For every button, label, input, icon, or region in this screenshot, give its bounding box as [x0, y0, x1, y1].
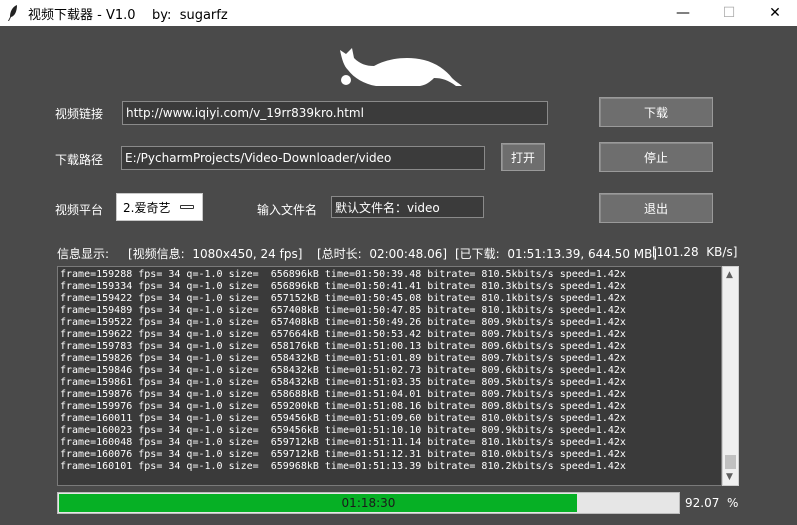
log-scrollbar[interactable]: ▲ ▼ [722, 266, 739, 486]
log-output[interactable]: frame=159288 fps= 34 q=-1.0 size= 656896… [57, 266, 722, 486]
close-button[interactable]: ✕ [752, 0, 797, 26]
speed-text: [101.28 KB/s] [652, 245, 738, 259]
open-folder-button-label: 打开 [510, 150, 535, 165]
log-line: frame=159976 fps= 34 q=-1.0 size= 659200… [60, 401, 626, 412]
log-line: frame=160048 fps= 34 q=-1.0 size= 659712… [60, 437, 626, 448]
log-line: frame=159522 fps= 34 q=-1.0 size= 657408… [60, 317, 626, 328]
stop-button-label: 停止 [643, 150, 668, 165]
log-line: frame=159334 fps= 34 q=-1.0 size= 656896… [60, 281, 626, 292]
feather-icon [8, 5, 17, 21]
log-line: frame=159876 fps= 34 q=-1.0 size= 658688… [60, 389, 626, 400]
exit-button[interactable]: 退出 [599, 193, 713, 223]
path-label: 下载路径 [55, 153, 104, 167]
path-value: E:/PycharmProjects/Video-Downloader/vide… [125, 151, 392, 165]
url-label: 视频链接 [55, 107, 104, 121]
log-line: frame=159288 fps= 34 q=-1.0 size= 656896… [60, 269, 626, 280]
scrollbar-thumb[interactable] [725, 455, 736, 469]
duration-text: [总时长: 02:00:48.06] [317, 247, 448, 261]
platform-selected-value: 2.爱奇艺 [123, 200, 171, 215]
exit-button-label: 退出 [643, 201, 668, 216]
log-line: frame=159489 fps= 34 q=-1.0 size= 657408… [60, 305, 626, 316]
log-line: frame=159783 fps= 34 q=-1.0 size= 658176… [60, 341, 626, 352]
log-line: frame=159846 fps= 34 q=-1.0 size= 658432… [60, 365, 626, 376]
filename-value: 默认文件名：video [335, 200, 440, 215]
video-info-text: [视频信息: 1080x450, 24 fps] [128, 247, 303, 261]
window-title: 视频下载器 - V1.0 by: sugarfz [28, 8, 228, 23]
maximize-button[interactable]: ☐ [706, 0, 752, 26]
progress-percent-text: 92.07 % [685, 496, 739, 510]
minimize-button[interactable]: — [660, 0, 706, 26]
downloaded-text: [已下载: 01:51:13.39, 644.50 MB] [455, 247, 658, 261]
open-folder-button[interactable]: 打开 [501, 143, 545, 171]
log-line: frame=160101 fps= 34 q=-1.0 size= 659968… [60, 461, 626, 472]
filename-input[interactable]: 默认文件名：video [331, 196, 484, 218]
download-button[interactable]: 下载 [599, 97, 713, 127]
log-line: frame=160011 fps= 34 q=-1.0 size= 659456… [60, 413, 626, 424]
log-line: frame=160076 fps= 34 q=-1.0 size= 659712… [60, 449, 626, 460]
title-bar: 视频下载器 - V1.0 by: sugarfz — ☐ ✕ [0, 0, 797, 26]
url-input[interactable]: http://www.iqiyi.com/v_19rr839kro.html [122, 101, 548, 125]
download-progress-bar: 01:18:30 [57, 492, 680, 514]
close-icon: ✕ [769, 5, 781, 21]
cat-icon [340, 48, 462, 86]
scroll-down-arrow-icon[interactable]: ▼ [726, 472, 733, 482]
minimize-icon: — [676, 5, 690, 21]
download-button-label: 下载 [643, 105, 668, 120]
maximize-icon: ☐ [722, 5, 736, 21]
filename-label: 输入文件名 [257, 203, 318, 217]
log-line: frame=159826 fps= 34 q=-1.0 size= 658432… [60, 353, 626, 364]
log-line: frame=159422 fps= 34 q=-1.0 size= 657152… [60, 293, 626, 304]
log-line: frame=159861 fps= 34 q=-1.0 size= 658432… [60, 377, 626, 388]
info-label: 信息显示: [57, 247, 110, 261]
path-input[interactable]: E:/PycharmProjects/Video-Downloader/vide… [121, 146, 485, 170]
url-value: http://www.iqiyi.com/v_19rr839kro.html [126, 106, 364, 120]
scroll-up-arrow-icon[interactable]: ▲ [726, 270, 733, 280]
option-menu-indicator-icon [180, 205, 194, 209]
platform-select[interactable]: 2.爱奇艺 [116, 193, 203, 221]
log-line: frame=160023 fps= 34 q=-1.0 size= 659456… [60, 425, 626, 436]
platform-label: 视频平台 [55, 203, 104, 217]
log-line: frame=159622 fps= 34 q=-1.0 size= 657664… [60, 329, 626, 340]
stop-button[interactable]: 停止 [599, 142, 713, 172]
progress-time-text: 01:18:30 [341, 496, 396, 510]
